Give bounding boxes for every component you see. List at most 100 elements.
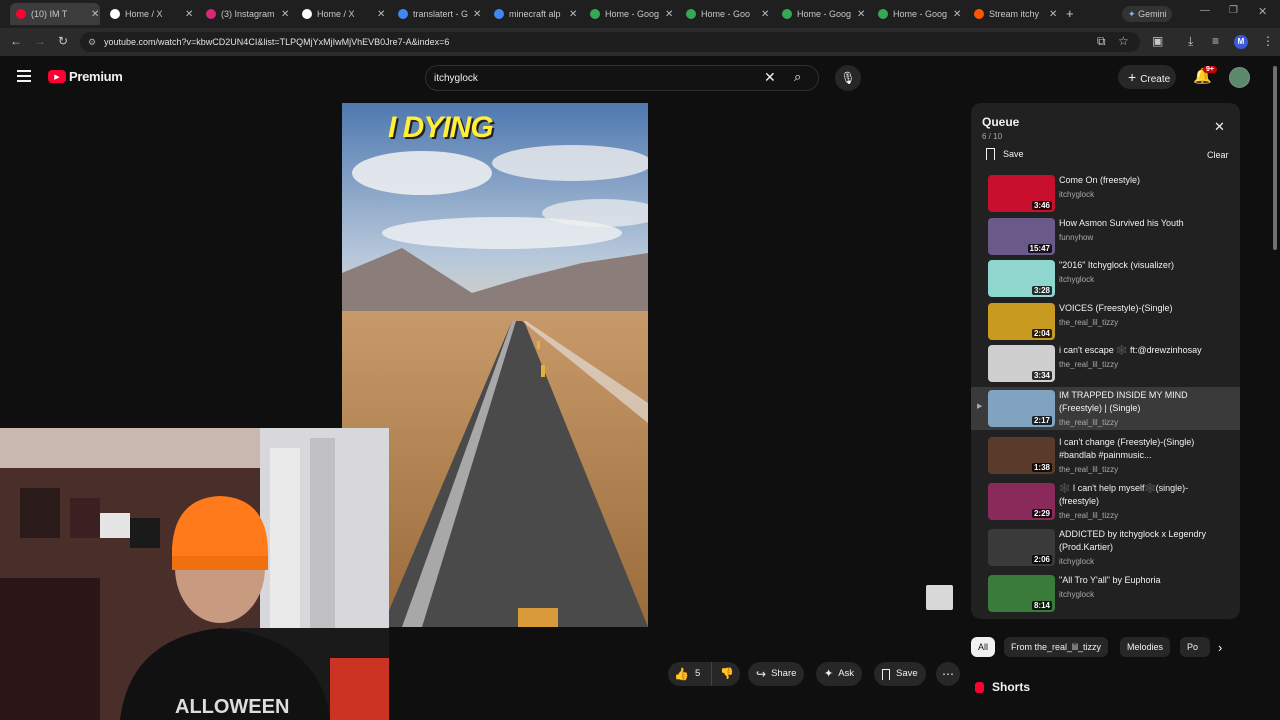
close-queue-icon[interactable]: ✕ [1214,119,1225,135]
chips-next-icon[interactable]: › [1218,640,1222,655]
youtube-icon [16,9,26,19]
queue-item-thumbnail: 2:29 [988,483,1055,520]
tab-close-icon[interactable]: ✕ [569,9,577,20]
queue-item[interactable]: 3:28 "2016" Itchyglock (visualizer) itchyg… [971,257,1240,300]
tab-close-icon[interactable]: ✕ [377,9,385,20]
browser-tab-title: Home - Goog [893,9,948,19]
browser-tab-title: Home - Goog [797,9,852,19]
browser-tab[interactable]: Home - Goo ✕ [680,3,770,25]
clear-search-icon[interactable]: ✕ [764,69,776,86]
tab-close-icon[interactable]: ✕ [185,9,193,20]
window-close-button[interactable]: ✕ [1258,5,1267,18]
queue-item-title: VOICES (Freestyle)-(Single) [1059,303,1173,313]
browser-menu-icon[interactable]: ⋮ [1262,34,1274,48]
browser-tab[interactable]: Home / X ✕ [104,3,194,25]
account-avatar[interactable] [1229,67,1250,88]
more-actions-button[interactable]: ⋯ [936,662,960,686]
share-button[interactable]: ↪ Share [748,662,805,686]
tab-search-icon[interactable]: ≡ [1212,34,1219,48]
queue-item-title: ADDICTED by itchyglock x Legendry (Prod.… [1059,529,1207,552]
browser-tab[interactable]: minecraft alp ✕ [488,3,578,25]
tab-close-icon[interactable]: ✕ [1049,9,1057,20]
browser-tab-bar: (10) IM T ✕ Home / X ✕ (3) Instagram ✕ Home / … [0,0,1280,28]
youtube-logo[interactable]: ▶ Premium [48,69,123,84]
queue-item[interactable]: 2:04 VOICES (Freestyle)-(Single) the_real_… [971,300,1240,343]
queue-item[interactable]: 8:14 "All Tro Y'all" by Euphoria itchygloc… [971,572,1240,615]
browser-tab-title: Home / X [125,9,163,19]
site-info-icon[interactable]: ⚙ [88,32,96,52]
tab-close-icon[interactable]: ✕ [857,9,865,20]
queue-item-channel: the_real_lil_tizzy [1059,318,1119,327]
save-button[interactable]: Save [874,662,926,686]
queue-save-button[interactable]: Save [986,148,1024,160]
queue-item-text: 🕸️ I can't help myself🕸️(single)-(freest… [1059,482,1209,522]
gemini-button[interactable]: ✦ Gemini [1122,6,1172,22]
queue-clear-button[interactable]: Clear [1207,150,1229,160]
create-button[interactable]: + Create [1118,65,1176,89]
more-horizontal-icon: ⋯ [942,667,954,681]
tab-close-icon[interactable]: ✕ [953,9,961,20]
browser-tab[interactable]: Stream itchy ✕ [968,3,1058,25]
voice-search-icon[interactable]: 🎙 [835,65,861,91]
window-minimize-button[interactable]: — [1200,5,1210,16]
filter-chip[interactable]: Po [1180,637,1210,657]
queue-item[interactable]: ▶ 2:17 IM TRAPPED INSIDE MY MIND (Freestyl… [971,387,1240,430]
back-icon[interactable]: ← [10,34,22,48]
filter-chip[interactable]: All [971,637,996,657]
video-duration: 2:17 [1031,416,1052,425]
profile-avatar[interactable]: M [1234,35,1248,49]
queue-item-thumbnail: 8:14 [988,575,1055,612]
sidepanel-icon[interactable]: ▣ [1152,34,1163,48]
shorts-icon [975,681,984,693]
tab-close-icon[interactable]: ✕ [473,9,481,20]
queue-item-title: 🕸️ I can't help myself🕸️(single)-(freest… [1059,483,1189,506]
browser-tab[interactable]: (3) Instagram ✕ [200,3,290,25]
queue-item[interactable]: 2:29 🕸️ I can't help myself🕸️(single)-(fr… [971,480,1240,523]
queue-item-channel: the_real_lil_tizzy [1059,418,1119,427]
thumbs-down-icon: 👎 [720,667,734,680]
window-restore-button[interactable]: ❐ [1229,5,1238,16]
now-playing-icon: ▶ [977,403,983,410]
browser-tab[interactable]: Home / X ✕ [296,3,386,25]
page-scrollbar[interactable] [1273,66,1277,250]
address-bar[interactable]: ⚙ youtube.com/watch?v=kbwCD2UN4CI&list=T… [80,32,1140,52]
dislike-button[interactable]: 👎 [712,662,734,687]
ask-button[interactable]: ✦ Ask [816,662,863,686]
queue-item[interactable]: 1:38 I can't change (Freestyle)-(Single) … [971,434,1240,477]
queue-item-text: VOICES (Freestyle)-(Single) the_real_lil_… [1059,302,1209,329]
queue-item-text: ADDICTED by itchyglock x Legendry (Prod.… [1059,528,1209,568]
browser-tab[interactable]: (10) IM T ✕ [10,3,100,25]
install-icon[interactable]: ⧉ [1097,34,1106,49]
search-icon[interactable]: ⌕ [794,69,801,85]
tab-close-icon[interactable]: ✕ [91,9,99,20]
bookmark-star-icon[interactable]: ☆ [1118,34,1129,48]
tab-close-icon[interactable]: ✕ [665,9,673,20]
queue-item-title: i can't escape 🕸️ ft:@drewzinhosay [1059,345,1202,355]
filter-chip[interactable]: Melodies [1120,637,1171,657]
queue-item[interactable]: 15:47 How Asmon Survived his Youth funnyho… [971,215,1240,258]
reload-icon[interactable]: ↻ [58,34,68,48]
browser-tab[interactable]: translatert - G ✕ [392,3,482,25]
tab-close-icon[interactable]: ✕ [281,9,289,20]
queue-item[interactable]: 3:46 Come On (freestyle) itchyglock [971,172,1240,215]
browser-tab[interactable]: Home - Goog ✕ [584,3,674,25]
drive-icon [686,9,696,19]
queue-item-channel: itchyglock [1059,275,1095,284]
forward-icon[interactable]: → [34,34,46,48]
like-button[interactable]: 👍 5 [668,662,712,686]
browser-tab[interactable]: Home - Goog ✕ [776,3,866,25]
filter-chip[interactable]: From the_real_lil_tizzy [1004,637,1109,657]
youtube-header: ▶ Premium ✕ ⌕ 🎙 +Create 🔔 9+ [0,56,1280,100]
queue-item[interactable]: 2:06 ADDICTED by itchyglock x Legendry (P… [971,526,1240,569]
tab-close-icon[interactable]: ✕ [761,9,769,20]
youtube-play-icon: ▶ [48,70,66,83]
browser-tab[interactable]: Home - Goog ✕ [872,3,962,25]
search-input[interactable] [434,66,754,90]
share-label: Share [771,668,797,679]
hamburger-menu-icon[interactable] [17,70,31,82]
queue-item[interactable]: 3:34 i can't escape 🕸️ ft:@drewzinhosay th… [971,342,1240,385]
download-icon[interactable]: ⤓ [1188,34,1193,49]
queue-item-text: How Asmon Survived his Youth funnyhow [1059,217,1209,244]
new-tab-button[interactable]: + [1066,6,1074,21]
url-text: youtube.com/watch?v=kbwCD2UN4CI&list=TLP… [104,37,450,47]
